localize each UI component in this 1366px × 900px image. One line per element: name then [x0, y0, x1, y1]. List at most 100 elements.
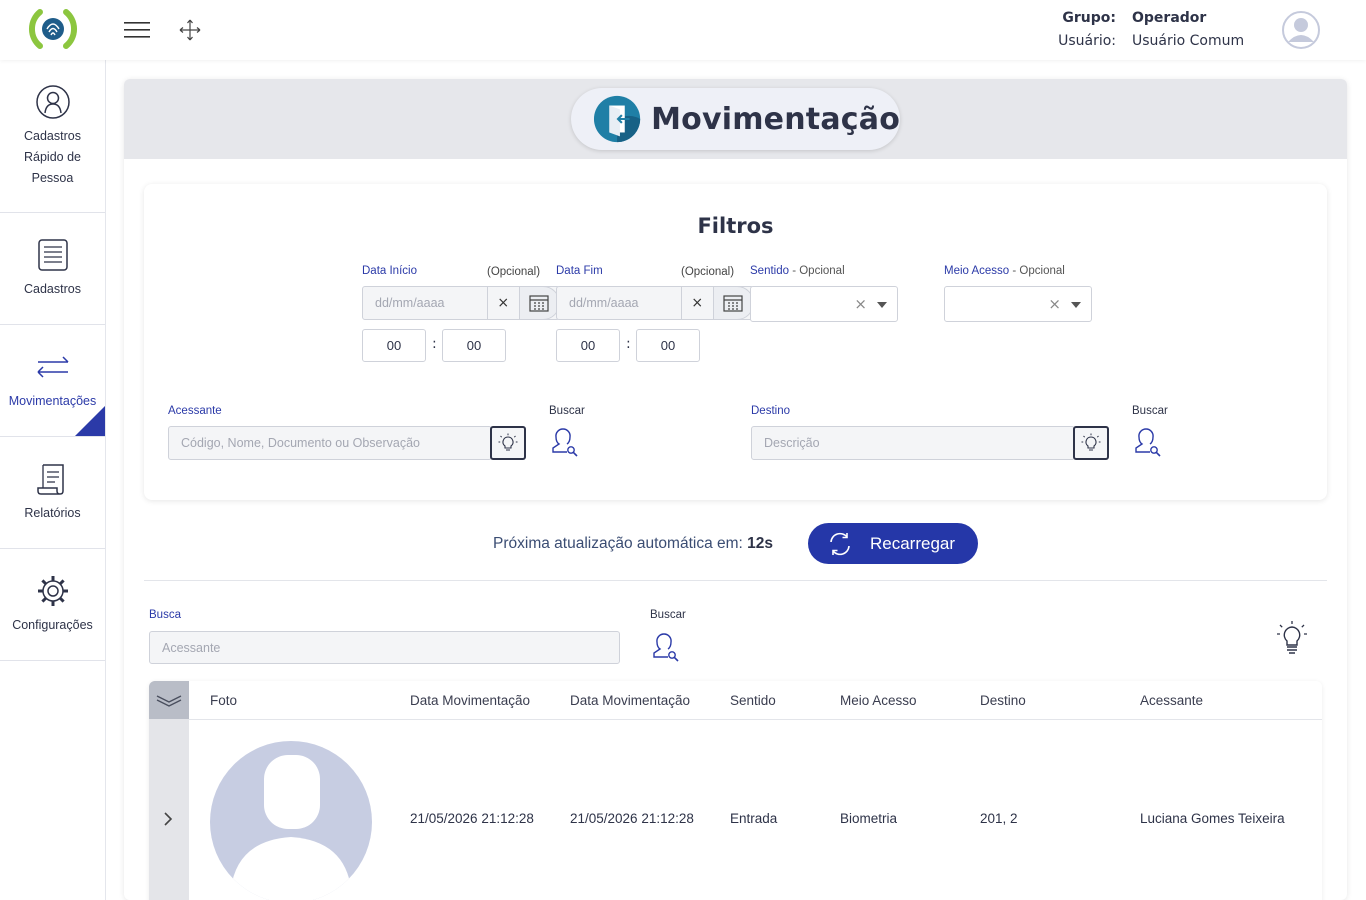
- clear-sentido-icon[interactable]: ×: [854, 295, 867, 313]
- cell-acessante: Luciana Gomes Teixeira: [1140, 811, 1285, 826]
- clear-data-fim-button[interactable]: ×: [681, 287, 713, 319]
- sidebar-item-movimentacoes[interactable]: Movimentações: [0, 325, 105, 437]
- reload-button[interactable]: Recarregar: [808, 523, 978, 564]
- lightbulb-icon: [1081, 433, 1101, 451]
- main-content: Movimentação Filtros Data Início (Opcion…: [124, 79, 1347, 900]
- menu-icon[interactable]: [124, 18, 152, 42]
- sidebar-item-label: Configurações: [12, 618, 93, 632]
- destino-suggest-button[interactable]: [1073, 426, 1109, 460]
- person-search-icon[interactable]: [650, 631, 682, 663]
- auto-refresh-countdown: 12s: [747, 535, 774, 552]
- acessante-label: Acessante: [168, 405, 222, 417]
- sidebar-item-relatorios[interactable]: Relatórios: [0, 437, 105, 549]
- data-inicio-label: Data Início: [362, 265, 417, 277]
- sidebar-label-line: Pessoa: [31, 170, 74, 185]
- sidebar: Cadastros Rápido de Pessoa Cadastros Mov…: [0, 60, 106, 900]
- data-fim-hour[interactable]: 00: [556, 329, 620, 362]
- collapse-all-button[interactable]: [149, 681, 189, 719]
- data-inicio-optional: (Opcional): [487, 266, 541, 278]
- clear-meio-acesso-icon[interactable]: ×: [1048, 295, 1061, 313]
- person-photo-placeholder: [210, 741, 372, 900]
- calendar-icon: [723, 295, 743, 312]
- register-list-icon: [37, 239, 68, 271]
- user-value: Usuário Comum: [1132, 32, 1245, 49]
- fullscreen-move-icon[interactable]: [178, 18, 202, 42]
- active-indicator: [75, 406, 105, 436]
- column-header-data-movimentacao-2[interactable]: Data Movimentação: [570, 693, 690, 708]
- acessante-input[interactable]: [169, 427, 491, 459]
- auto-refresh-row: Próxima atualização automática em: 12s R…: [124, 523, 1347, 565]
- sidebar-item-configuracoes[interactable]: Configurações: [0, 549, 105, 661]
- data-fim-minute[interactable]: 00: [636, 329, 700, 362]
- sentido-label-text: Sentido: [750, 265, 790, 277]
- acessante-field: [168, 426, 492, 460]
- destino-input[interactable]: [752, 427, 1074, 459]
- filters-title: Filtros: [697, 214, 774, 238]
- busca-input[interactable]: [150, 632, 619, 664]
- meio-acesso-label: Meio Acesso - Opcional: [944, 265, 1065, 277]
- destino-label: Destino: [751, 405, 790, 417]
- calendar-icon: [529, 295, 549, 312]
- report-scroll-icon: [36, 464, 64, 495]
- sidebar-item-label: Cadastros Rápido de Pessoa: [24, 126, 81, 189]
- calendar-fim-button[interactable]: [712, 286, 754, 320]
- auto-refresh-label: Próxima atualização automática em:: [493, 535, 743, 552]
- column-header-sentido[interactable]: Sentido: [730, 693, 776, 708]
- acessante-buscar-label: Buscar: [549, 405, 585, 417]
- busca-field: [149, 631, 620, 664]
- cell-data-movimentacao-2: 21/05/2026 21:12:28: [570, 811, 694, 826]
- sentido-optional: - Opcional: [789, 265, 845, 277]
- group-value: Operador: [1132, 9, 1207, 26]
- sidebar-item-cadastros[interactable]: Cadastros: [0, 213, 105, 325]
- person-search-icon[interactable]: [549, 426, 581, 458]
- person-search-icon[interactable]: [1132, 426, 1164, 458]
- column-header-acessante[interactable]: Acessante: [1140, 693, 1203, 708]
- chevron-down-icon: [1071, 302, 1081, 308]
- data-inicio-input[interactable]: [363, 287, 487, 319]
- cell-destino: 201, 2: [980, 811, 1018, 826]
- data-inicio-field: ×: [362, 286, 560, 320]
- busca-label: Busca: [149, 609, 181, 621]
- page-header: Movimentação: [124, 79, 1347, 159]
- fingerprint-logo-icon[interactable]: [28, 6, 78, 52]
- gear-icon: [37, 576, 68, 606]
- door-entry-icon: [593, 95, 641, 143]
- transfer-arrows-icon: [36, 356, 69, 378]
- refresh-icon: [830, 532, 850, 555]
- meio-acesso-label-text: Meio Acesso: [944, 265, 1010, 277]
- chevron-right-icon[interactable]: [161, 811, 175, 827]
- data-inicio-hour[interactable]: 00: [362, 329, 426, 362]
- calendar-inicio-button[interactable]: [518, 286, 560, 320]
- sidebar-label-line: Cadastros: [24, 128, 81, 143]
- column-header-destino[interactable]: Destino: [980, 693, 1026, 708]
- column-header-data-movimentacao[interactable]: Data Movimentação: [410, 693, 530, 708]
- lightbulb-icon: [498, 433, 518, 451]
- destino-field: [751, 426, 1075, 460]
- busca-buscar-label: Buscar: [650, 609, 686, 621]
- chevron-down-icon: [877, 302, 887, 308]
- sentido-select[interactable]: ×: [750, 286, 898, 322]
- column-header-foto[interactable]: Foto: [210, 693, 237, 708]
- divider: [144, 580, 1327, 581]
- meio-acesso-select[interactable]: ×: [944, 286, 1092, 322]
- data-fim-label: Data Fim: [556, 265, 603, 277]
- acessante-suggest-button[interactable]: [490, 426, 526, 460]
- sidebar-item-cadastro-rapido[interactable]: Cadastros Rápido de Pessoa: [0, 60, 105, 213]
- cell-data-movimentacao: 21/05/2026 21:12:28: [410, 811, 534, 826]
- data-fim-field: ×: [556, 286, 754, 320]
- data-fim-optional: (Opcional): [681, 266, 735, 278]
- column-header-meio-acesso[interactable]: Meio Acesso: [840, 693, 917, 708]
- data-fim-input[interactable]: [557, 287, 681, 319]
- movements-table: Foto Data Movimentação Data Movimentação…: [149, 681, 1322, 900]
- filters-card: Filtros Data Início (Opcional) × 00 : 00…: [144, 184, 1327, 500]
- lightbulb-icon[interactable]: [1275, 620, 1309, 656]
- group-label: Grupo:: [1062, 9, 1116, 26]
- user-label: Usuário:: [1058, 32, 1116, 49]
- data-inicio-minute[interactable]: 00: [442, 329, 506, 362]
- user-avatar-icon[interactable]: [1282, 11, 1320, 49]
- clear-data-inicio-button[interactable]: ×: [487, 287, 519, 319]
- time-separator: :: [626, 336, 631, 352]
- meio-acesso-optional: - Opcional: [1009, 265, 1065, 277]
- sidebar-item-label: Cadastros: [24, 282, 81, 296]
- time-separator: :: [432, 336, 437, 352]
